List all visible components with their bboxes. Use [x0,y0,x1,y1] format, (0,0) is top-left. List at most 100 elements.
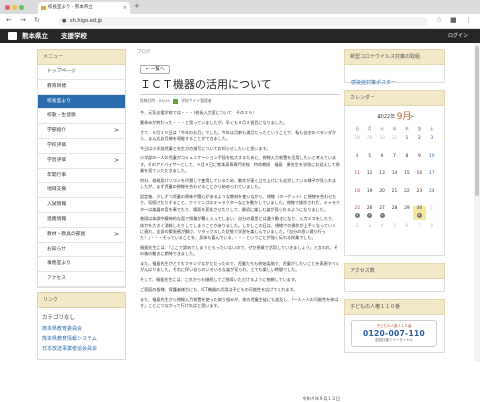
calendar-day[interactable]: 22 [401,189,413,203]
menu-item[interactable]: 進路情報 [38,213,125,228]
address-bar-row: ← → ↻ ● sh.higo.ed.jp ☆ ■ ⋮ [0,14,480,29]
extensions-icon[interactable]: ■ [450,16,457,24]
hotline-banner[interactable]: 子どもの人権１１０番 0120-007-110 全国共通フリーダイヤル [351,320,437,347]
calendar-prev-icon[interactable]: < [377,110,381,124]
menu-item[interactable]: 校長室より [38,94,125,110]
menu-item-label: 教育目標 [47,83,67,89]
calendar-day[interactable]: 5 [363,154,375,168]
close-window-icon[interactable] [5,5,10,10]
calendar-day[interactable]: 1 [426,206,438,220]
menu-item[interactable]: 学習評価 > [38,154,125,169]
calendar-day[interactable]: 14 [388,171,400,185]
calendar-day[interactable]: 6 [401,224,413,238]
calendar-day[interactable]: 3 [363,224,375,238]
scrollbar-thumb[interactable] [475,46,479,196]
calendar-day[interactable]: 25 2 [351,206,363,220]
calendar-day[interactable]: 27 1 [376,206,388,220]
calendar-day[interactable]: 17 [426,171,438,185]
calendar-day[interactable]: 2 [351,224,363,238]
post-date-meta: 投稿日時 : 09/15 [140,98,170,103]
calendar-day-number: 4 [380,223,384,229]
calendar-day[interactable]: 29 [363,136,375,150]
bookmark-star-icon[interactable]: ☆ [436,16,442,24]
calendar-day[interactable]: 31 [388,136,400,150]
calendar-day[interactable]: 19 [363,189,375,203]
menu-item-label: 地域支援 [47,187,67,193]
calendar-day-number: 28 [354,136,360,141]
calendar-day[interactable]: 2 [413,136,425,150]
page-scrollbar[interactable] [474,43,480,362]
calendar-day-number: 15 [404,171,410,176]
calendar-day[interactable]: 8 [401,154,413,168]
minimize-window-icon[interactable] [12,5,17,10]
calendar-day[interactable]: 18 [351,189,363,203]
calendar-day[interactable]: 12 [363,171,375,185]
calendar-day[interactable]: 11 [351,171,363,185]
calendar-day[interactable]: 20 [376,189,388,203]
calendar-day[interactable]: 26 1 [363,206,375,220]
calendar-weekday: 日 [355,126,360,131]
menu-item[interactable]: 事務室より [38,257,125,273]
calendar-day-number: 8 [430,223,434,229]
new-tab-icon[interactable]: + [134,2,140,10]
menu-item[interactable]: アクセス [38,272,125,287]
calendar-day[interactable]: 29 [401,206,413,220]
calendar-day[interactable]: 7 [413,224,425,238]
url-input[interactable]: ● sh.higo.ed.jp [58,17,428,26]
site-header: 熊本県立 支援学校 ログイン [0,29,480,43]
calendar-day[interactable]: 30 [376,136,388,150]
calendar-day[interactable]: 24 [426,189,438,203]
calendar-day-number: 18 [354,188,360,194]
login-link[interactable]: ログイン [448,29,468,43]
back-icon[interactable]: ← [6,16,12,24]
calendar-day[interactable]: 6 [376,154,388,168]
calendar-day[interactable]: 7 [388,154,400,168]
link-item[interactable]: 熊本県教育委員会 [42,324,121,334]
menu-item[interactable]: 入試情報 [38,198,125,213]
browser-tab[interactable]: 校長室より - 熊本県立 × [38,2,130,14]
browser-menu-icon[interactable]: ⋮ [465,16,472,24]
menu-item[interactable]: トップページ [38,65,125,80]
menu-item[interactable]: お知らせ [38,243,125,258]
calendar-day[interactable]: 23 [413,189,425,203]
menu-item-label: 学部紹介 [47,128,67,134]
menu-item[interactable]: 教材・教具の部屋 > [38,228,125,243]
calendar-day[interactable]: 4 [376,224,388,238]
calendar-day[interactable]: 8 [426,224,438,238]
calendar-day[interactable]: 28 [388,206,400,220]
maximize-window-icon[interactable] [19,5,24,10]
calendar-day-number: 16 [416,171,423,176]
calendar-day-number: 24 [428,188,435,194]
back-to-list-button[interactable]: ← 一覧へ [140,65,170,74]
calendar-day[interactable]: 9 [413,154,425,168]
corona-poster-link[interactable]: 感染症対策ポスター [351,80,396,86]
calendar-day[interactable]: 3 [426,136,438,150]
calendar-day[interactable]: 15 [401,171,413,185]
url-text: sh.higo.ed.jp [70,18,103,24]
lock-icon: ● [62,18,67,24]
site-title[interactable]: 熊本県立 支援学校 [22,29,87,43]
menu-item[interactable]: 地域支援 [38,183,125,199]
link-item[interactable]: 日本放送事業者協会員会 [42,344,121,354]
calendar-day[interactable]: 5 [388,224,400,238]
browser-tab-bar: 校長室より - 熊本県立 × + [0,0,480,14]
calendar-day[interactable]: 16 [413,171,425,185]
calendar-day[interactable]: 13 [376,171,388,185]
menu-item[interactable]: 教育目標 [38,80,125,95]
calendar-day[interactable]: 10 [426,154,438,168]
reload-icon[interactable]: ↻ [34,16,40,24]
menu-item[interactable]: 学校評価 [38,139,125,154]
menu-item[interactable]: 校歌・生徒歌 [38,109,125,125]
calendar-next-icon[interactable]: > [410,110,414,124]
link-item[interactable]: 熊本県教育情報システム [42,334,121,344]
calendar-day[interactable]: 21 [388,189,400,203]
tab-close-icon[interactable]: × [123,2,127,14]
calendar-panel: カレンダー < 2022年 9月 > 日月火水木金土 28 29 30 31 1 2 3 4 5 6… [344,90,445,256]
calendar-day[interactable]: 4 [351,154,363,168]
calendar-day[interactable]: 1 [401,136,413,150]
calendar-day[interactable]: 28 [351,136,363,150]
menu-item[interactable]: 年間行事 [38,169,125,184]
calendar-day[interactable]: 30 2 [413,206,426,220]
forward-icon[interactable]: → [20,16,26,24]
menu-item[interactable]: 学部紹介 > [38,124,125,139]
